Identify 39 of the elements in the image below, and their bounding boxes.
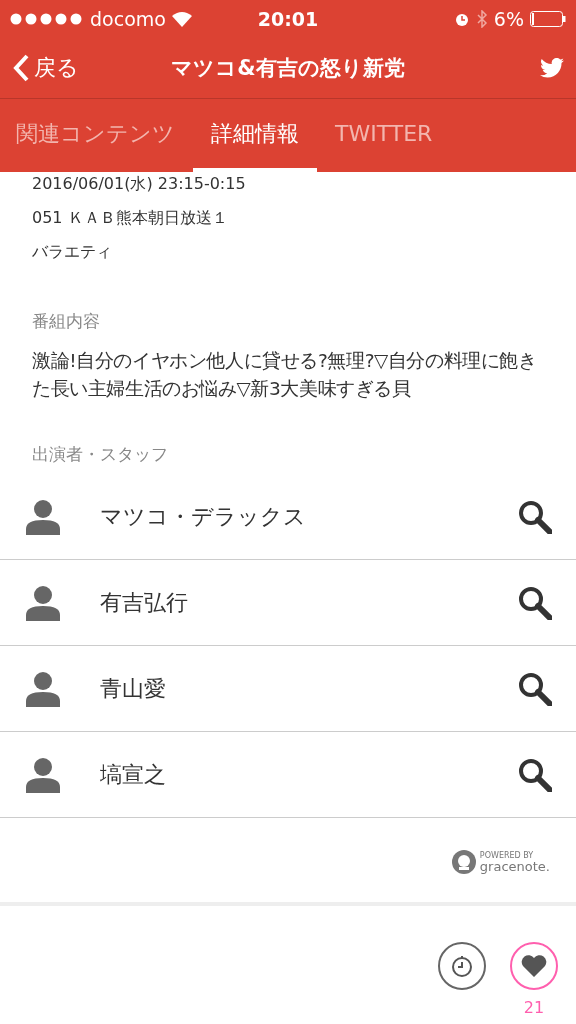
person-name[interactable]: 塙宣之	[100, 759, 518, 790]
battery-percent: 6%	[493, 8, 524, 30]
bird-icon[interactable]	[540, 58, 564, 78]
clock-time: 20:01	[257, 8, 319, 30]
heart-icon	[521, 954, 547, 978]
powered-by-text: POWERED BY	[479, 851, 535, 860]
favorite-button[interactable]	[510, 942, 558, 990]
person-name[interactable]: 青山愛	[100, 673, 518, 704]
detail-text: 051 ＫＡＢ熊本朝日放送１	[32, 208, 229, 229]
alarm-icon	[453, 11, 470, 27]
person-name[interactable]: マツコ・デラックス	[100, 501, 518, 532]
nav-title: マツコ&有吉の怒り新党	[170, 55, 406, 82]
chevron-left-icon	[12, 53, 30, 83]
timer-button[interactable]	[438, 942, 486, 990]
search-icon[interactable]	[518, 585, 552, 620]
person-icon	[26, 498, 60, 535]
person-icon	[26, 670, 60, 707]
detail-text: バラエティ	[32, 242, 113, 263]
tab[interactable]: 詳細情報	[193, 99, 317, 172]
back-button[interactable]: 戻る	[12, 53, 122, 83]
stopwatch-icon	[451, 954, 473, 978]
person-icon	[26, 584, 60, 621]
search-icon[interactable]	[518, 499, 552, 534]
bluetooth-icon	[475, 10, 488, 28]
detail-text: 2016/06/01(水) 23:15-0:15	[32, 174, 247, 195]
signal-icon	[10, 13, 84, 25]
section-heading: 番組内容	[32, 310, 101, 333]
person-name[interactable]: 有吉弘行	[100, 587, 518, 618]
synopsis-text: 激論!自分のイヤホン他人に貸せる?無理?▽自分の料理に飽きた長い主婦生活のお悩み▽新3大美味すぎる貝	[32, 349, 538, 401]
search-icon[interactable]	[518, 757, 552, 792]
battery-icon	[530, 11, 566, 27]
person-icon	[26, 756, 60, 793]
brand-text: gracenote.	[479, 859, 550, 873]
wifi-icon	[171, 11, 192, 27]
carrier-name: docomo	[90, 8, 166, 30]
section-heading: 出演者・スタッフ	[32, 443, 169, 466]
favorite-count: 21	[523, 998, 545, 1017]
logo-icon	[450, 849, 477, 875]
search-icon[interactable]	[518, 671, 552, 706]
